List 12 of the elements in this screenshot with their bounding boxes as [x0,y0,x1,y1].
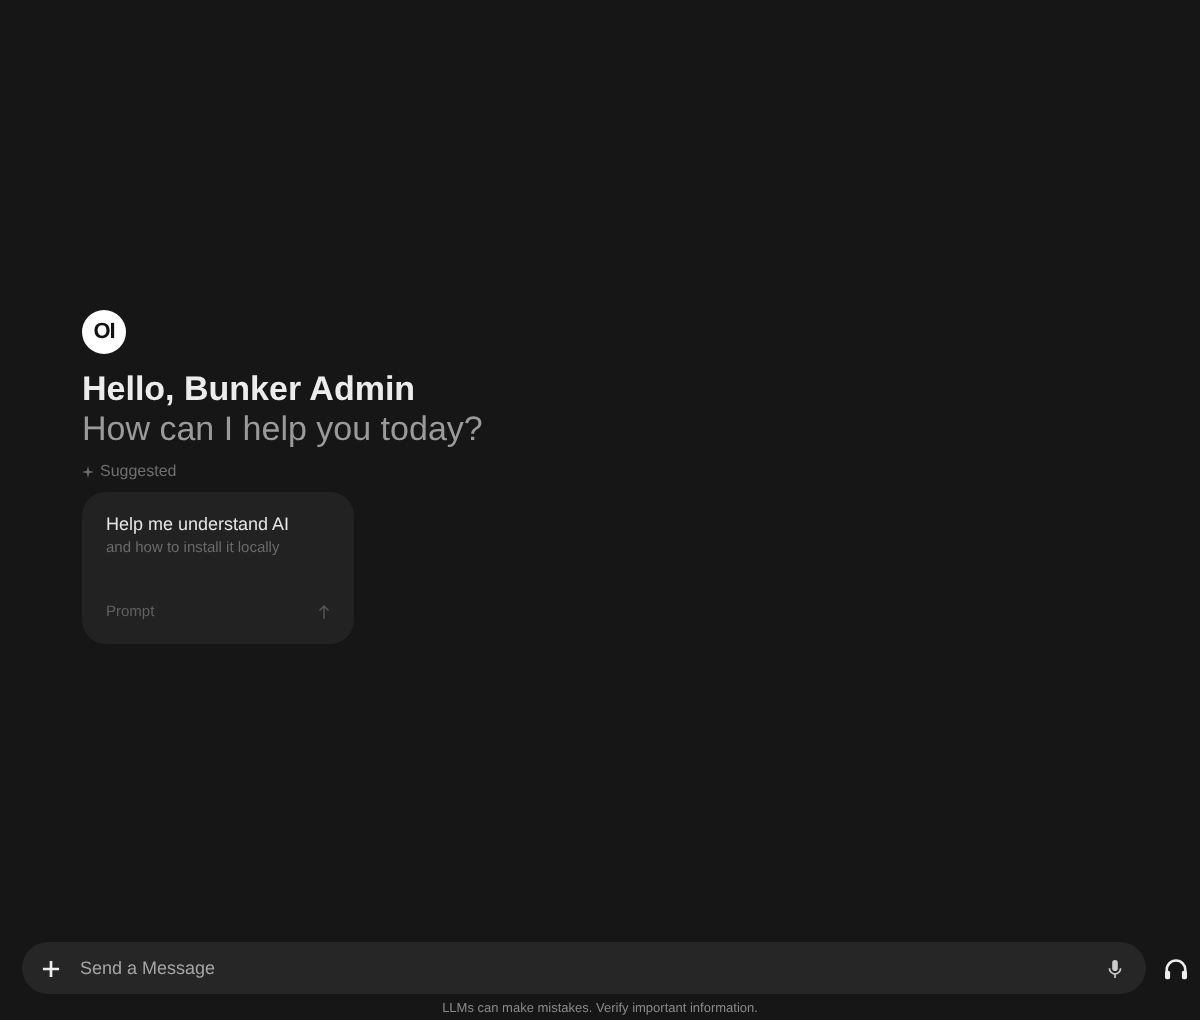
sparkle-icon [82,465,94,477]
message-input[interactable]: Send a Message [80,958,1088,978]
plus-icon[interactable] [42,959,60,977]
headphones-icon[interactable] [1164,957,1188,979]
logo-badge: OI [82,310,126,354]
greeting-subtitle: How can I help you today? [82,410,483,450]
suggestion-title: Help me understand AI [106,514,292,534]
greeting-title: Hello, Bunker Admin [82,370,416,410]
suggested-label: Suggested [100,462,177,480]
message-composer[interactable]: Send a Message [22,942,1146,994]
arrow-up-icon [318,603,330,619]
microphone-icon[interactable] [1108,957,1122,979]
